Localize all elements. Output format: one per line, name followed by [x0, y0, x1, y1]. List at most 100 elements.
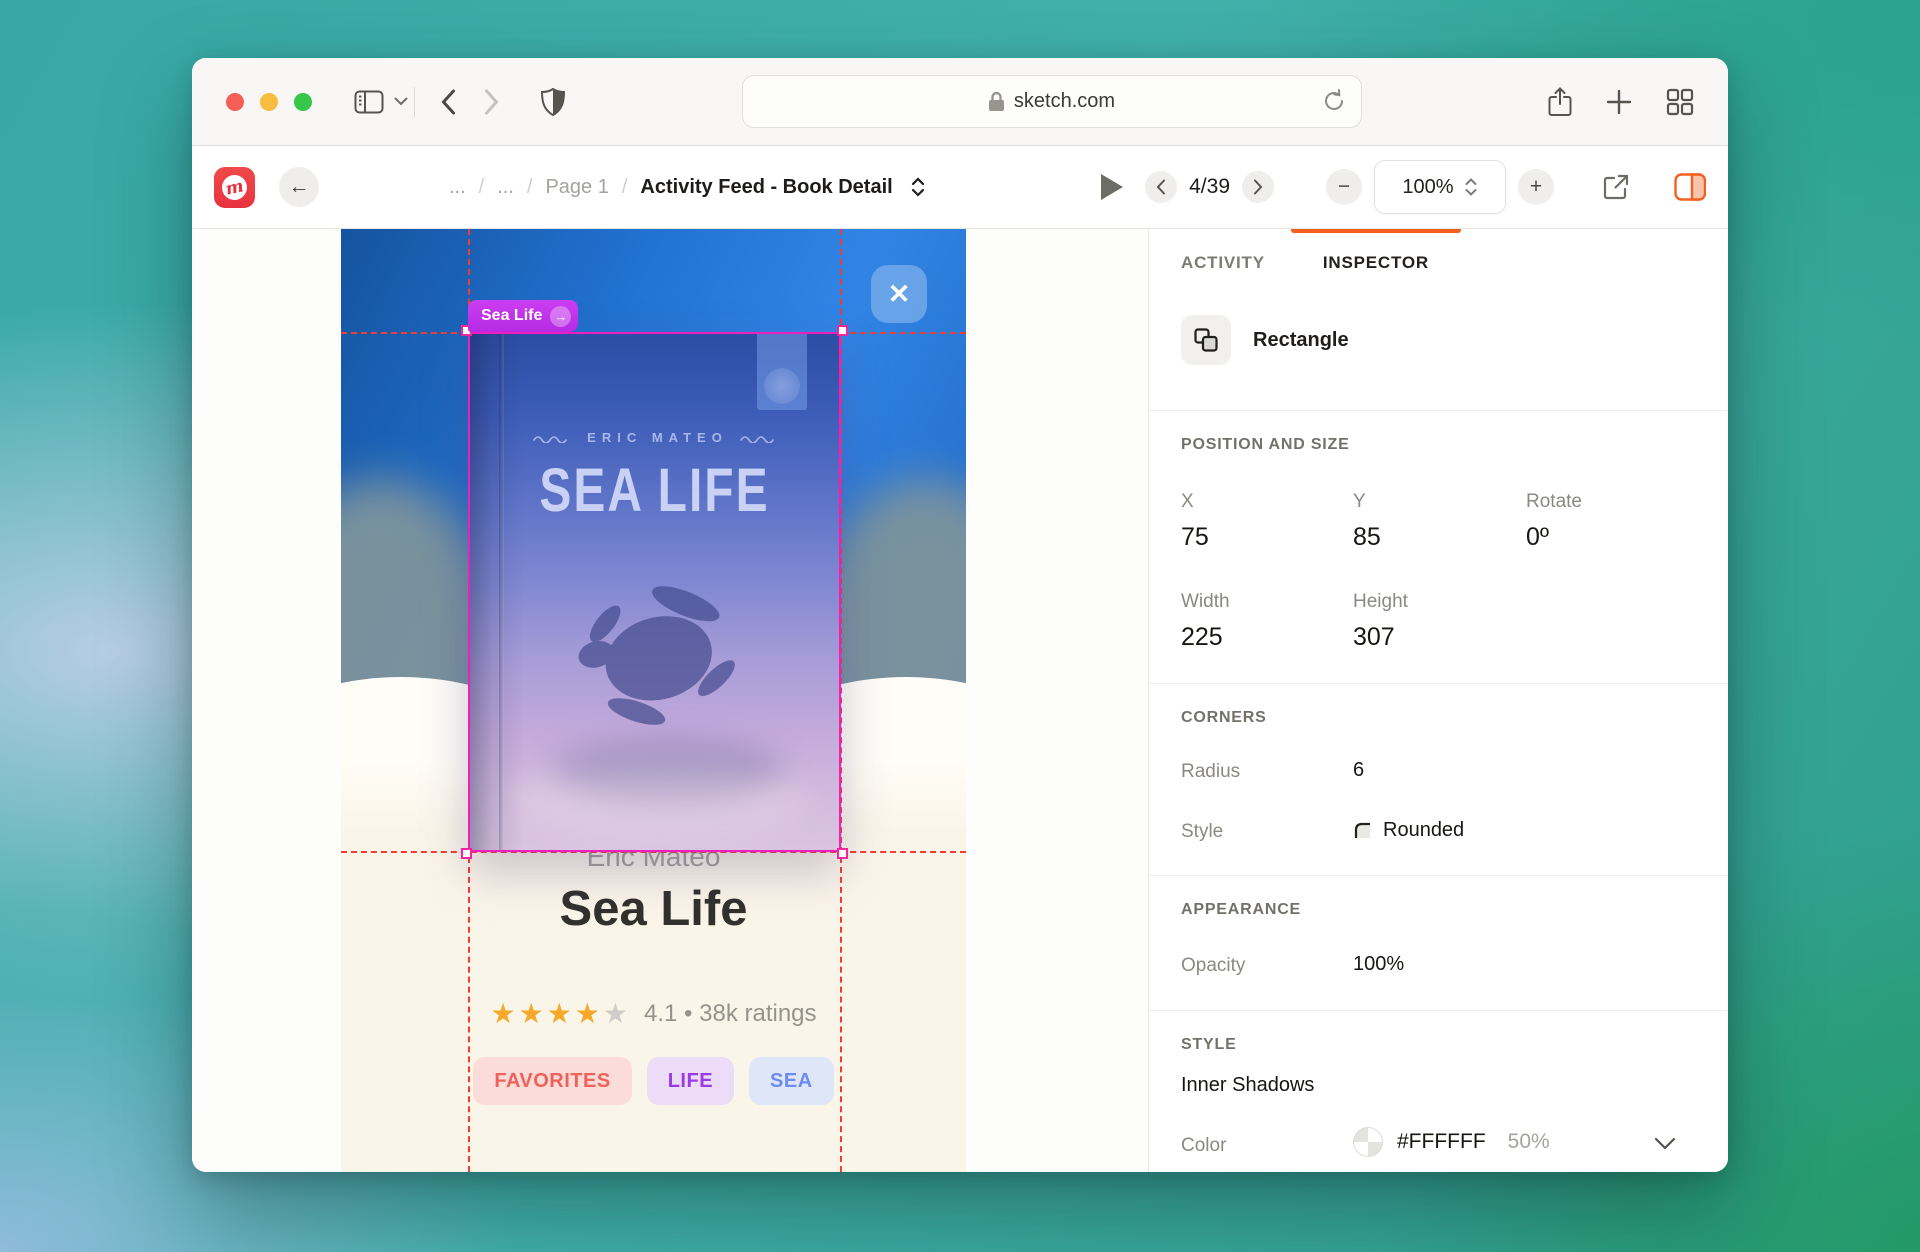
traffic-lights: [226, 93, 312, 111]
book-cover-rectangle[interactable]: ERIC MATEO SEA LIFE: [468, 332, 841, 852]
section-title-appearance: APPEARANCE: [1181, 901, 1301, 919]
selection-handle[interactable]: [837, 325, 848, 336]
field-label-corner-style: Style: [1181, 821, 1223, 843]
star-icon: ★: [519, 997, 544, 1030]
tags-row: FAVORITES LIFE SEA: [341, 1057, 966, 1105]
field-value-corner-style[interactable]: Rounded: [1353, 819, 1464, 842]
workspace-back-button[interactable]: ←: [279, 167, 319, 207]
field-label-y: Y: [1353, 491, 1366, 513]
field-label-color: Color: [1181, 1135, 1226, 1157]
browser-chrome: sketch.com: [192, 58, 1728, 146]
rating-row: ★★★★★ 4.1 • 38k ratings: [341, 997, 966, 1030]
open-in-app-icon[interactable]: [1602, 173, 1630, 201]
minimize-window-button[interactable]: [260, 93, 278, 111]
selection-border: [468, 332, 841, 852]
inspector-panel: ACTIVITY INSPECTOR Rectangle POSITION AN…: [1149, 229, 1728, 1172]
breadcrumb-ellipsis[interactable]: ...: [449, 176, 466, 199]
field-value-radius[interactable]: 6: [1353, 759, 1364, 782]
corner-style-text: Rounded: [1383, 819, 1464, 842]
new-tab-icon[interactable]: [1606, 89, 1632, 115]
color-swatch-icon: [1353, 1127, 1383, 1157]
play-prototype-icon[interactable]: [1101, 174, 1123, 200]
field-value-rotate[interactable]: 0º: [1526, 523, 1549, 552]
lock-icon: [988, 91, 1005, 112]
rounded-corner-icon: [1353, 821, 1372, 840]
field-value-x[interactable]: 75: [1181, 523, 1209, 552]
sidebar-toggle-icon[interactable]: [354, 90, 384, 114]
tag-favorites[interactable]: FAVORITES: [473, 1057, 631, 1105]
previous-artboard-button[interactable]: [1145, 171, 1177, 203]
privacy-shield-icon[interactable]: [541, 88, 565, 116]
chrome-right-icons: [1548, 87, 1694, 117]
close-window-button[interactable]: [226, 93, 244, 111]
zoom-level-value: 100%: [1402, 176, 1453, 199]
tag-sea[interactable]: SEA: [749, 1057, 834, 1105]
arrow-right-icon: →: [550, 306, 571, 327]
logo-m-icon: m: [220, 172, 250, 202]
tab-inspector[interactable]: INSPECTOR: [1323, 253, 1429, 273]
layer-type-icon: [1181, 315, 1231, 365]
breadcrumb-separator: /: [622, 176, 628, 199]
selection-label[interactable]: Sea Life →: [468, 300, 578, 332]
breadcrumb-current-artboard[interactable]: Activity Feed - Book Detail: [640, 176, 892, 199]
star-icon: ★: [490, 997, 515, 1030]
chrome-divider: [414, 87, 415, 117]
field-value-height[interactable]: 307: [1353, 623, 1395, 652]
color-hex-value[interactable]: #FFFFFF: [1397, 1130, 1486, 1154]
toggle-inspector-panel-icon[interactable]: [1674, 173, 1706, 201]
chevron-down-icon[interactable]: [1654, 1134, 1676, 1156]
inspector-tabs: ACTIVITY INSPECTOR: [1181, 253, 1429, 273]
section-title-corners: CORNERS: [1181, 709, 1267, 727]
reload-icon[interactable]: [1323, 89, 1345, 113]
back-arrow-icon: ←: [289, 175, 310, 199]
tab-overview-icon[interactable]: [1666, 88, 1694, 116]
zoom-level-control[interactable]: 100%: [1374, 160, 1506, 214]
selection-handle[interactable]: [837, 848, 848, 859]
field-label-height: Height: [1353, 591, 1408, 613]
url-bar[interactable]: sketch.com: [742, 75, 1362, 128]
section-divider: [1149, 1010, 1728, 1011]
close-button[interactable]: ✕: [871, 265, 927, 323]
field-label-radius: Radius: [1181, 761, 1240, 783]
breadcrumb-separator: /: [527, 176, 533, 199]
share-icon[interactable]: [1548, 87, 1572, 117]
section-title-position: POSITION AND SIZE: [1181, 436, 1350, 454]
artboard-pager: 4/39: [1145, 171, 1274, 203]
section-divider: [1149, 410, 1728, 411]
selection-handle[interactable]: [461, 848, 472, 859]
artboard-activity-feed-book-detail[interactable]: ✕ Sea Life → ERIC MATEO SEA LIFE: [341, 229, 966, 1172]
selected-layer-row[interactable]: Rectangle: [1181, 315, 1349, 365]
field-value-y[interactable]: 85: [1353, 523, 1381, 552]
star-icon: ★: [547, 997, 572, 1030]
artboard-selector-chevrons-icon[interactable]: [910, 176, 926, 198]
zoom-stepper-icon[interactable]: [1464, 177, 1478, 197]
zoom-in-button[interactable]: +: [1518, 169, 1554, 205]
field-label-width: Width: [1181, 591, 1230, 613]
star-icon: ★: [575, 997, 600, 1030]
plus-icon: +: [1530, 175, 1542, 199]
star-icon: ★: [603, 997, 628, 1030]
rating-stars: ★★★★★: [490, 997, 628, 1030]
field-value-width[interactable]: 225: [1181, 623, 1223, 652]
zoom-out-button[interactable]: −: [1326, 169, 1362, 205]
next-artboard-button[interactable]: [1242, 171, 1274, 203]
color-value-group[interactable]: #FFFFFF 50%: [1353, 1127, 1550, 1157]
forward-icon[interactable]: [484, 89, 499, 115]
sketch-app-logo[interactable]: m: [214, 167, 255, 208]
field-label-x: X: [1181, 491, 1194, 513]
breadcrumb: ... / ... / Page 1 / Activity Feed - Boo…: [449, 176, 926, 199]
tab-activity[interactable]: ACTIVITY: [1181, 253, 1265, 273]
canvas[interactable]: ✕ Sea Life → ERIC MATEO SEA LIFE: [192, 229, 1148, 1172]
zoom-controls: − 100% +: [1326, 160, 1554, 214]
book-title: Sea Life: [341, 881, 966, 937]
layer-name: Rectangle: [1253, 329, 1349, 352]
field-value-opacity[interactable]: 100%: [1353, 953, 1404, 976]
tag-life[interactable]: LIFE: [647, 1057, 734, 1105]
back-icon[interactable]: [441, 89, 456, 115]
breadcrumb-separator: /: [479, 176, 485, 199]
breadcrumb-ellipsis[interactable]: ...: [497, 176, 514, 199]
sidebar-chevron-icon[interactable]: [394, 97, 408, 106]
color-opacity-value[interactable]: 50%: [1508, 1130, 1550, 1154]
fullscreen-window-button[interactable]: [294, 93, 312, 111]
breadcrumb-page[interactable]: Page 1: [545, 176, 608, 199]
